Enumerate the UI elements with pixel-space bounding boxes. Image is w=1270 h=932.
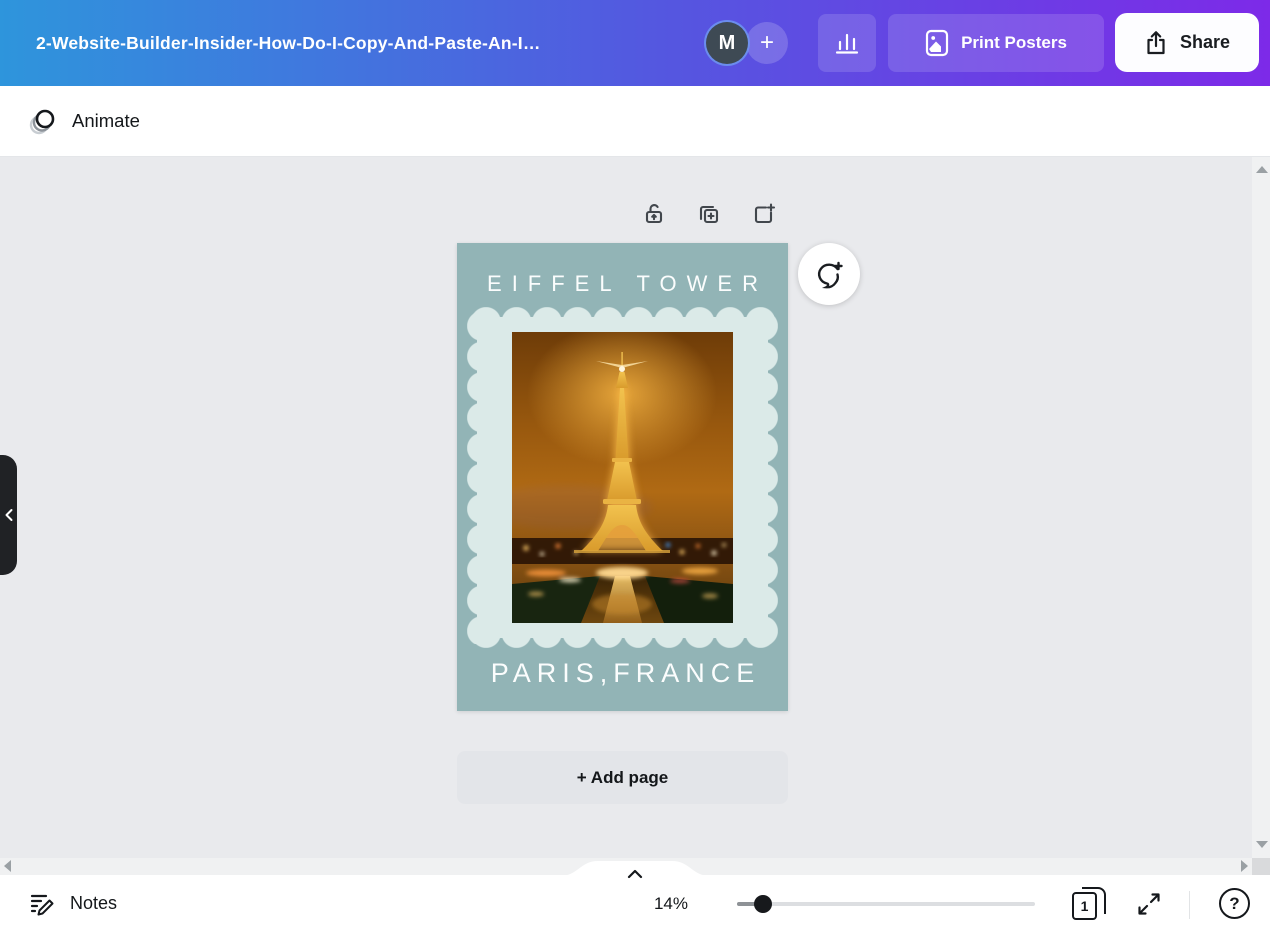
scroll-left-arrow-icon[interactable]: [4, 860, 11, 872]
vertical-scrollbar[interactable]: [1252, 157, 1270, 858]
context-toolbar: Animate: [0, 86, 1270, 157]
zoom-slider-knob[interactable]: [754, 895, 772, 913]
fullscreen-button[interactable]: [1132, 888, 1166, 920]
unlock-icon: [645, 204, 663, 224]
scroll-down-arrow-icon[interactable]: [1256, 841, 1268, 848]
notes-icon: [30, 894, 54, 916]
page-number: 1: [1072, 892, 1097, 920]
insights-button[interactable]: [818, 14, 876, 72]
bar-chart-icon: [835, 33, 859, 54]
avatar[interactable]: M: [706, 22, 748, 64]
canva-editor: 2-Website-Builder-Insider-How-Do-I-Copy-…: [0, 0, 1270, 932]
scrollbar-corner: [1252, 858, 1270, 875]
notes-button[interactable]: Notes: [20, 883, 125, 923]
animate-icon: [29, 109, 55, 135]
page-indicator-button[interactable]: 1: [1072, 887, 1106, 920]
share-button[interactable]: Share: [1115, 13, 1259, 72]
comment-plus-icon: [817, 261, 843, 289]
print-posters-label: Print Posters: [961, 33, 1067, 52]
chevron-up-icon[interactable]: [621, 867, 649, 881]
poster-subtitle-text[interactable]: PARIS,FRANCE: [457, 658, 788, 689]
expand-arrows-icon: [1138, 893, 1160, 915]
add-page-icon-button[interactable]: [751, 201, 777, 227]
document-title[interactable]: 2-Website-Builder-Insider-How-Do-I-Copy-…: [36, 0, 676, 86]
eiffel-tower-photo[interactable]: [512, 332, 733, 623]
animate-label: Animate: [72, 110, 140, 131]
add-member-button[interactable]: +: [746, 22, 788, 64]
scroll-right-arrow-icon[interactable]: [1241, 860, 1248, 872]
top-bar: 2-Website-Builder-Insider-How-Do-I-Copy-…: [0, 0, 1270, 86]
zoom-slider[interactable]: [737, 895, 1035, 913]
add-page-icon: [754, 203, 776, 224]
lock-button[interactable]: [641, 201, 667, 227]
status-bar: Notes 14% 1 ?: [0, 875, 1270, 932]
scroll-up-arrow-icon[interactable]: [1256, 166, 1268, 173]
add-page-label: + Add page: [576, 767, 669, 787]
question-mark-icon: ?: [1229, 893, 1240, 913]
plus-icon: +: [759, 29, 774, 56]
poster-image-icon: [925, 29, 949, 57]
share-upload-icon: [1147, 30, 1165, 54]
comment-button[interactable]: [798, 243, 860, 305]
zoom-slider-track[interactable]: [737, 902, 1035, 906]
duplicate-page-button[interactable]: [696, 201, 722, 227]
divider: [1189, 891, 1190, 919]
animate-button[interactable]: Animate: [14, 97, 154, 145]
poster-page[interactable]: EIFFEL TOWER PARIS,FRANCE: [457, 243, 788, 711]
share-label: Share: [1179, 32, 1231, 52]
add-page-button[interactable]: + Add page: [457, 751, 788, 804]
page-controls: [641, 201, 777, 227]
avatar-initial: M: [718, 31, 736, 54]
print-posters-button[interactable]: Print Posters: [888, 14, 1104, 72]
poster-title-text[interactable]: EIFFEL TOWER: [457, 271, 788, 297]
help-button[interactable]: ?: [1219, 888, 1250, 919]
duplicate-icon: [699, 205, 719, 224]
sidebar-collapse-tab[interactable]: [0, 455, 17, 575]
chevron-left-icon: [5, 509, 12, 521]
design-canvas[interactable]: EIFFEL TOWER PARIS,FRANCE + Add page: [0, 157, 1270, 875]
notes-label: Notes: [70, 892, 118, 913]
zoom-level[interactable]: 14%: [600, 875, 688, 932]
